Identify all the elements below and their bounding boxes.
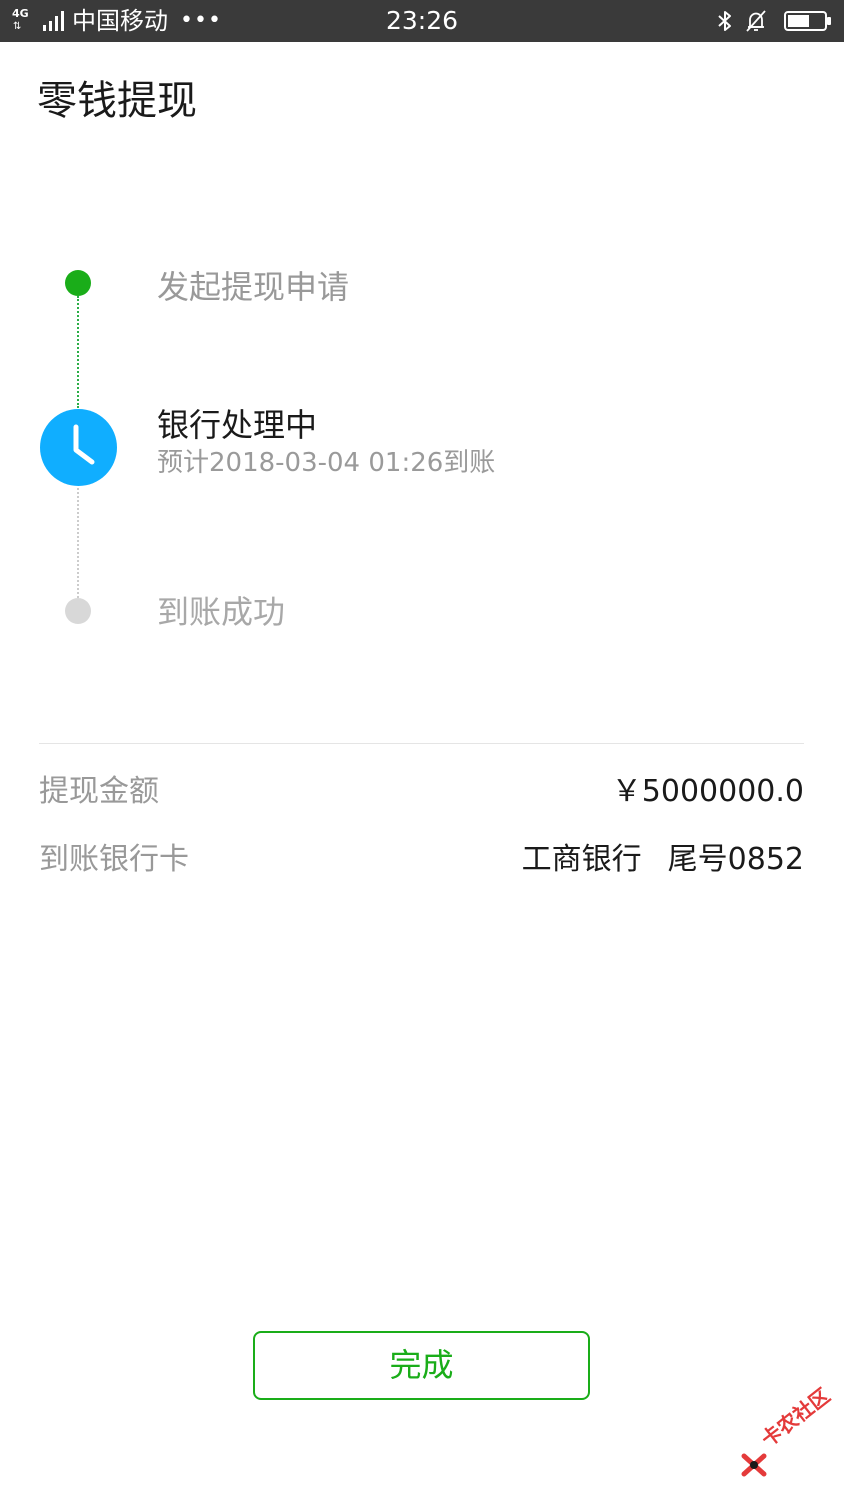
watermark-logo: 卡农社区 (738, 1383, 840, 1484)
card-tail-number: 尾号0852 (667, 842, 804, 877)
carrier-name: 中国移动 (72, 7, 168, 35)
data-arrows-icon: ⇅ (13, 21, 22, 32)
step-pending-dot (65, 598, 91, 624)
bell-muted-icon (746, 10, 766, 32)
watermark-text: 卡农社区 (756, 1383, 835, 1452)
network-type: 4G (12, 7, 29, 20)
step-submitted-label: 发起提现申请 (157, 268, 350, 306)
clock-time: 23:26 (385, 6, 459, 35)
step-arrived-label: 到账成功 (157, 593, 286, 631)
step-processing-label: 银行处理中 (157, 406, 318, 444)
bank-card-value: 工商银行 尾号0852 (522, 840, 804, 880)
step-processing-eta: 预计2018-03-04 01:26到账 (157, 448, 496, 478)
bluetooth-icon (718, 11, 731, 31)
more-dots-icon: ••• (180, 8, 222, 33)
done-button[interactable]: 完成 (253, 1331, 590, 1400)
page-title: 零钱提现 (37, 78, 197, 124)
timeline-connector-pending (77, 488, 79, 598)
amount-label: 提现金额 (39, 774, 159, 809)
network-indicator: 4G ⇅ (12, 8, 64, 34)
step-done-dot (65, 270, 91, 296)
signal-icon (43, 11, 64, 31)
clock-icon (40, 409, 117, 486)
amount-value: ￥5000000.0 (611, 774, 804, 809)
watermark-mark-icon (741, 1453, 767, 1477)
bank-card-label: 到账银行卡 (39, 842, 189, 877)
section-divider (39, 743, 804, 744)
status-bar: 4G ⇅ 中国移动 ••• 23:26 (0, 0, 844, 42)
timeline-connector-done (77, 296, 79, 408)
bank-name: 工商银行 (521, 842, 642, 877)
battery-icon (784, 11, 831, 31)
